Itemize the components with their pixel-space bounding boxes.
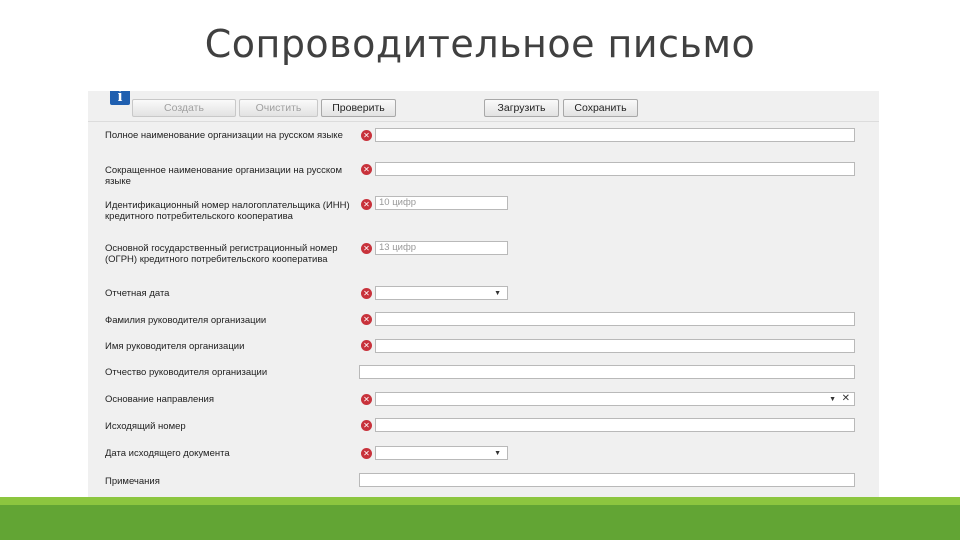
last-name-input[interactable] xyxy=(375,312,855,326)
ogrn-input[interactable]: 13 цифр xyxy=(375,241,508,255)
report-date-select[interactable]: ▼ xyxy=(375,286,508,300)
footer-strip xyxy=(0,497,960,505)
patronymic-label: Отчество руководителя организации xyxy=(105,367,268,378)
basis-label: Основание направления xyxy=(105,394,214,405)
outgoing-number-label: Исходящий номер xyxy=(105,421,186,432)
outgoing-number-input[interactable] xyxy=(375,418,855,432)
info-icon[interactable]: i xyxy=(110,91,130,105)
clear-button[interactable]: Очистить xyxy=(239,99,318,117)
notes-label: Примечания xyxy=(105,476,160,487)
chevron-down-icon[interactable]: ▼ xyxy=(494,447,501,460)
inn-label: Идентификационный номер налогоплательщик… xyxy=(105,200,350,222)
error-icon: ✕ xyxy=(361,420,372,431)
error-icon: ✕ xyxy=(361,394,372,405)
check-button[interactable]: Проверить xyxy=(321,99,396,117)
save-button[interactable]: Сохранить xyxy=(563,99,638,117)
outgoing-date-select[interactable]: ▼ xyxy=(375,446,508,460)
toolbar-divider xyxy=(88,121,879,122)
clear-icon[interactable]: ✕ xyxy=(842,393,850,405)
slide-title: Сопроводительное письмо xyxy=(204,22,756,66)
error-icon: ✕ xyxy=(361,314,372,325)
notes-input[interactable] xyxy=(359,473,855,487)
error-icon: ✕ xyxy=(361,199,372,210)
inn-input[interactable]: 10 цифр xyxy=(375,196,508,210)
short-name-input[interactable] xyxy=(375,162,855,176)
report-date-label: Отчетная дата xyxy=(105,288,170,299)
outgoing-date-label: Дата исходящего документа xyxy=(105,448,230,459)
ogrn-label: Основной государственный регистрационный… xyxy=(105,243,338,265)
create-button[interactable]: Создать xyxy=(132,99,236,117)
form-window: i Создать Очистить Проверить Загрузить С… xyxy=(88,91,879,497)
full-name-label: Полное наименование организации на русск… xyxy=(105,130,343,141)
error-icon: ✕ xyxy=(361,243,372,254)
error-icon: ✕ xyxy=(361,448,372,459)
load-button[interactable]: Загрузить xyxy=(484,99,559,117)
error-icon: ✕ xyxy=(361,288,372,299)
chevron-down-icon[interactable]: ▼ xyxy=(494,287,501,300)
short-name-label: Сокращенное наименование организации на … xyxy=(105,165,342,187)
first-name-label: Имя руководителя организации xyxy=(105,341,245,352)
chevron-down-icon[interactable]: ▼ xyxy=(829,393,836,406)
basis-select[interactable]: ▼ ✕ xyxy=(375,392,855,406)
patronymic-input[interactable] xyxy=(359,365,855,379)
first-name-input[interactable] xyxy=(375,339,855,353)
error-icon: ✕ xyxy=(361,340,372,351)
error-icon: ✕ xyxy=(361,130,372,141)
footer-bar xyxy=(0,505,960,540)
last-name-label: Фамилия руководителя организации xyxy=(105,315,267,326)
error-icon: ✕ xyxy=(361,164,372,175)
full-name-input[interactable] xyxy=(375,128,855,142)
